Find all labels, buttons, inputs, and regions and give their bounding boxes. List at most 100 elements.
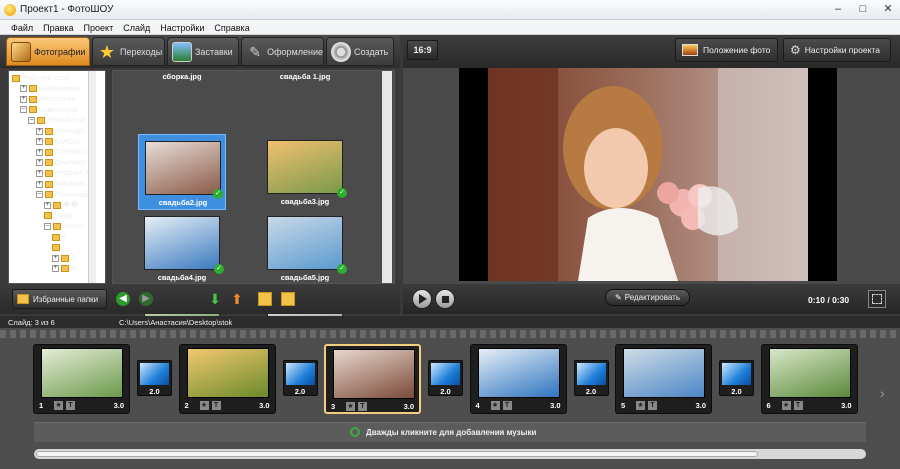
back-arrow-icon[interactable]: ◀ <box>116 292 130 306</box>
tab-photos[interactable]: Фотографии <box>6 37 90 66</box>
collapse-icon[interactable]: – <box>36 191 43 199</box>
photo-thumbnail[interactable]: сборка.jpg <box>138 60 226 81</box>
folder-tree-item[interactable]: Upda <box>44 210 88 221</box>
transition-preview <box>722 363 751 385</box>
menu-help[interactable]: Справка <box>209 20 254 34</box>
folder-tree-item[interactable]: – Пользова <box>36 189 88 200</box>
stop-icon <box>442 296 449 303</box>
aspect-ratio-button[interactable]: 16:9 <box>407 40 438 60</box>
slide-effect-star-icon[interactable]: ★ <box>490 401 500 410</box>
collapse-icon[interactable]: – <box>44 222 51 230</box>
menu-file[interactable]: Файл <box>6 20 38 34</box>
expand-icon[interactable]: + <box>36 148 43 156</box>
slide-effect-star-icon[interactable]: ★ <box>346 402 355 411</box>
project-settings-button[interactable]: ⚙ Настройки проекта <box>783 38 891 62</box>
timeline-transition[interactable]: 2.0 <box>282 360 318 396</box>
menu-project[interactable]: Проект <box>79 20 119 34</box>
fullscreen-button[interactable] <box>868 290 886 308</box>
photo-position-button[interactable]: Положение фото <box>675 38 778 62</box>
folder-tree-item[interactable]: – Анаст <box>44 220 88 231</box>
maximize-button[interactable]: □ <box>851 1 875 17</box>
folder-label: Компьютер <box>39 104 78 114</box>
expand-icon[interactable]: + <box>44 201 51 209</box>
photo-thumbnail[interactable]: свадьба 1.jpg <box>261 60 349 81</box>
photo-thumbnail[interactable]: свадьба4.jpg ✓ <box>138 210 226 286</box>
expand-icon[interactable]: + <box>36 169 43 177</box>
folder-label: Анаст <box>63 221 84 231</box>
photo-thumbnail[interactable]: свадьба5.jpg ✓ <box>261 210 349 286</box>
folder-tree-item[interactable]: + Библиотеки <box>20 83 88 94</box>
timeline-slide[interactable]: 4 ★ T 3.0 <box>469 344 567 414</box>
play-button[interactable] <box>412 289 432 309</box>
slide-text-icon[interactable]: T <box>502 401 512 410</box>
slide-text-icon[interactable]: T <box>211 401 221 410</box>
add-folder-icon[interactable] <box>258 292 272 306</box>
photo-thumbnail[interactable]: свадьба2.jpg ✓ <box>138 134 226 210</box>
folder-tree-item[interactable]: d <box>52 231 88 242</box>
expand-icon[interactable]: + <box>20 95 27 103</box>
photo-browser-scrollbar[interactable] <box>382 71 392 283</box>
up-arrow-icon[interactable]: ⬆ <box>230 292 244 306</box>
close-button[interactable]: ✕ <box>876 1 900 17</box>
timeline-slide[interactable]: 6 ★ T 3.0 <box>760 344 858 414</box>
slide-text-icon[interactable]: T <box>358 402 367 411</box>
timeline-slide[interactable]: 2 ★ T 3.0 <box>178 344 276 414</box>
add-down-arrow-icon[interactable]: ⬇ <box>208 292 222 306</box>
expand-icon[interactable]: + <box>20 85 27 93</box>
folder-tree-item[interactable]: f <box>52 242 88 253</box>
minimize-button[interactable]: – <box>826 1 850 17</box>
timeline-slide[interactable]: 5 ★ T 3.0 <box>615 344 712 414</box>
expand-icon[interactable]: + <box>52 265 59 273</box>
collapse-icon[interactable]: – <box>20 106 27 114</box>
expand-icon[interactable]: + <box>36 159 43 167</box>
expand-icon[interactable]: + <box>52 254 59 262</box>
folder-tree-item[interactable]: + Windows <box>36 178 88 189</box>
transition-preview <box>431 363 460 385</box>
photo-thumbnail[interactable]: свадьба3.jpg ✓ <box>261 134 349 210</box>
forward-arrow-icon[interactable]: ▶ <box>139 292 153 306</box>
slide-effect-star-icon[interactable]: ★ <box>636 401 645 410</box>
edit-button[interactable]: ✎ Редактировать <box>605 289 690 306</box>
collapse-icon[interactable]: – <box>28 116 35 124</box>
expand-icon[interactable]: + <box>36 127 43 135</box>
timeline-transition[interactable]: 2.0 <box>137 360 172 396</box>
music-hint: Дважды кликните для добавления музыки <box>366 428 537 437</box>
folder-tree-item[interactable]: + Program f <box>36 167 88 178</box>
folder-tree-item[interactable]: + И <box>52 263 88 274</box>
menu-slide[interactable]: Слайд <box>118 20 155 34</box>
timeline-slide[interactable]: 1 ★ T 3.0 <box>33 344 130 414</box>
tab-label: Оформление <box>267 46 323 57</box>
timeline-scrollbar-thumb[interactable] <box>36 451 758 457</box>
menu-edit[interactable]: Правка <box>38 20 78 34</box>
folder-tree-item[interactable]: + З <box>52 252 88 263</box>
menu-settings[interactable]: Настройки <box>155 20 209 34</box>
folder-tree-item[interactable]: + �� <box>44 199 88 210</box>
photo-filename: свадьба5.jpg <box>280 273 330 282</box>
folder-tree-item[interactable]: + NVIDIA <box>36 136 88 147</box>
expand-icon[interactable]: + <box>36 180 43 188</box>
folder-tree-item[interactable]: Рабочий стол <box>12 72 88 83</box>
timeline-transition[interactable]: 2.0 <box>573 360 609 396</box>
slide-effect-star-icon[interactable]: ★ <box>199 401 209 410</box>
timeline-next-icon[interactable]: › <box>880 385 885 401</box>
open-folder-icon[interactable] <box>281 292 295 306</box>
slide-effect-star-icon[interactable]: ★ <box>781 401 791 410</box>
slide-text-icon[interactable]: T <box>648 401 657 410</box>
folder-path: C:\Users\Анастасия\Desktop\stok <box>119 318 233 327</box>
expand-icon[interactable]: + <box>36 138 43 146</box>
favorite-folders-button[interactable]: Избранные папки <box>12 289 107 309</box>
folder-tree-item[interactable]: + InDesign <box>36 125 88 136</box>
folder-tree-item[interactable]: + Анастасия <box>20 93 88 104</box>
folder-tree-item[interactable]: + OneNetD <box>36 146 88 157</box>
folder-tree-item[interactable]: + OneNetD <box>36 157 88 168</box>
folder-tree-item[interactable]: – Локальный д <box>28 114 88 125</box>
slide-text-icon[interactable]: T <box>793 401 803 410</box>
folder-tree-item[interactable]: – Компьютер <box>20 104 88 115</box>
timeline-transition[interactable]: 2.0 <box>428 360 463 396</box>
slide-text-icon[interactable]: T <box>66 401 75 410</box>
slide-effect-star-icon[interactable]: ★ <box>54 401 63 410</box>
timeline-transition[interactable]: 2.0 <box>719 360 754 396</box>
stop-button[interactable] <box>435 289 455 309</box>
folder-tree-scrollbar[interactable] <box>88 71 96 283</box>
timeline-slide[interactable]: 3 ★ T 3.0 <box>324 344 421 414</box>
